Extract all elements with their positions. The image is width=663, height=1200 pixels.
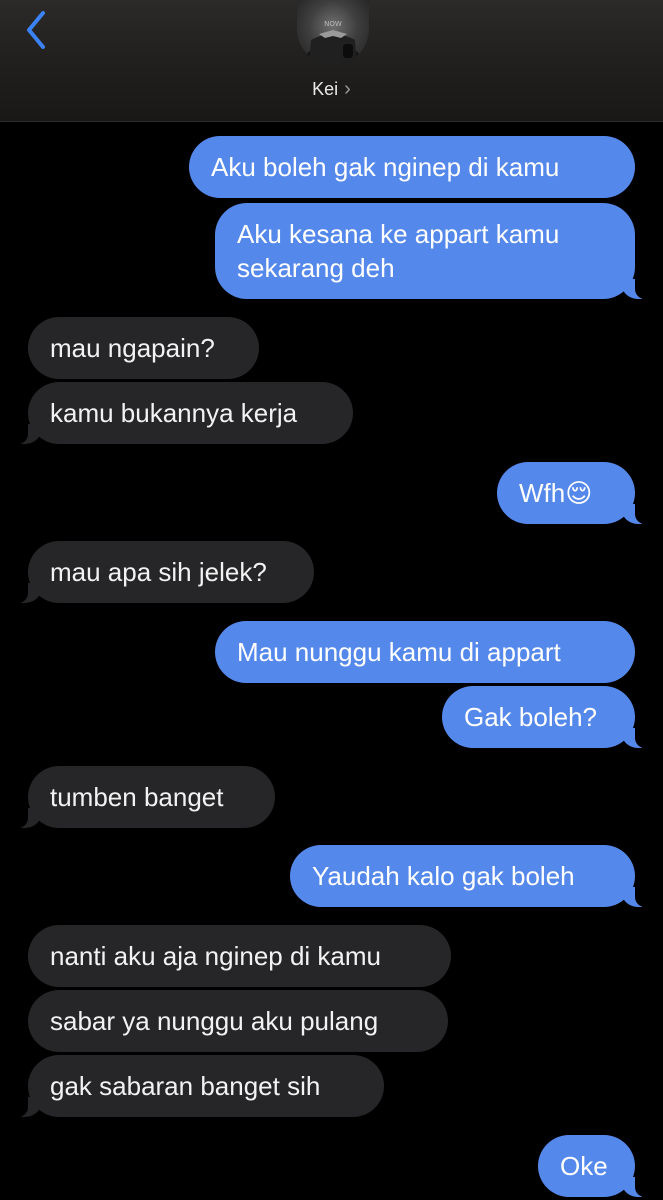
message-text: Oke [560, 1151, 608, 1181]
message-bubble-incoming[interactable]: kamu bukannya kerja [15, 382, 353, 444]
message-text: Aku kesana ke appart kamu sekarang deh [237, 219, 560, 283]
message-bubble-outgoing[interactable]: Mau nunggu kamu di appart [215, 621, 635, 683]
message-text: Yaudah kalo gak boleh [312, 861, 575, 891]
message-text: nanti aku aja nginep di kamu [50, 941, 382, 971]
message-text: tumben banget [50, 782, 224, 812]
message-text: gak sabaran banget sih [50, 1071, 321, 1101]
contact-name-button[interactable]: Kei › [0, 76, 663, 102]
message-text: mau apa sih jelek? [50, 557, 267, 587]
avatar-photo-icon: NOW [305, 20, 361, 65]
chevron-right-icon: › [344, 78, 351, 100]
message-bubble-incoming[interactable]: mau apa sih jelek? [15, 541, 314, 603]
contact-name: Kei [312, 78, 339, 99]
message-text: sabar ya nunggu aku pulang [50, 1006, 379, 1036]
message-bubble-incoming[interactable]: nanti aku aja nginep di kamu [28, 925, 451, 987]
svg-text:NOW: NOW [324, 20, 342, 28]
message-bubble-outgoing[interactable]: Aku kesana ke appart kamu sekarang deh [215, 203, 648, 299]
message-bubble-incoming[interactable]: gak sabaran banget sih [15, 1055, 384, 1117]
message-bubble-outgoing[interactable]: Wfh😌 [497, 462, 648, 524]
message-bubble-incoming[interactable]: mau ngapain? [28, 317, 259, 379]
back-button[interactable] [16, 6, 56, 54]
message-bubble-outgoing[interactable]: Yaudah kalo gak boleh [290, 845, 648, 907]
message-text: Gak boleh? [464, 702, 597, 732]
conversation-header: NOW Kei › [0, 0, 663, 122]
message-bubble-outgoing[interactable]: Oke [538, 1135, 648, 1197]
message-text: Wfh😌 [519, 478, 593, 508]
message-text: Aku boleh gak nginep di kamu [211, 152, 560, 182]
message-text: kamu bukannya kerja [50, 398, 298, 428]
message-bubble-outgoing[interactable]: Aku boleh gak nginep di kamu [189, 136, 635, 198]
chevron-left-icon [27, 11, 45, 49]
message-bubble-incoming[interactable]: tumben banget [15, 766, 275, 828]
message-text: mau ngapain? [50, 333, 215, 363]
contact-avatar[interactable]: NOW [297, 0, 369, 65]
message-bubble-outgoing[interactable]: Gak boleh? [442, 686, 648, 748]
message-bubble-incoming[interactable]: sabar ya nunggu aku pulang [28, 990, 448, 1052]
message-text: Mau nunggu kamu di appart [237, 637, 561, 667]
